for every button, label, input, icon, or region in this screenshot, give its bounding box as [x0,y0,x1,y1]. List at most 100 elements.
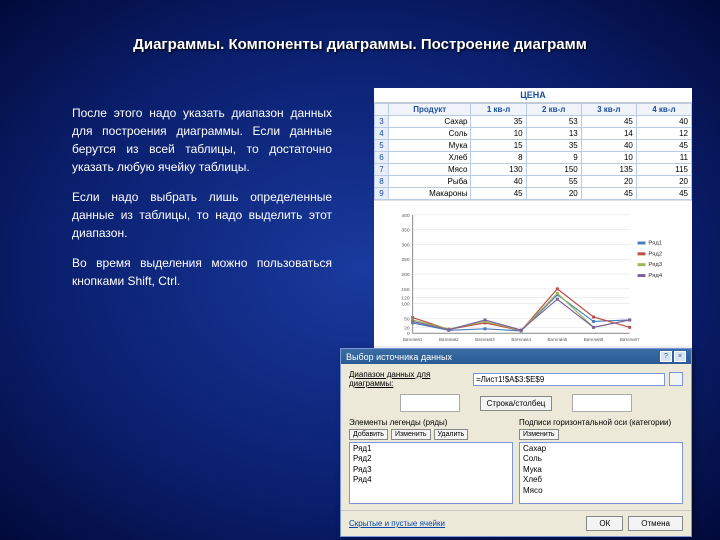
dialog-titlebar[interactable]: Выбор источника данных ? × [341,349,691,364]
cell[interactable]: 115 [636,164,691,176]
cell[interactable]: Рыба [389,176,471,188]
sheet-title: ЦЕНА [374,88,692,103]
remove-series-button[interactable]: Удалить [434,429,469,440]
cell[interactable]: 55 [526,176,581,188]
legend-entries-header: Элементы легенды (ряды) [349,418,513,427]
edit-axis-button[interactable]: Изменить [519,429,559,440]
ok-button[interactable]: ОК [586,516,623,531]
cell[interactable]: 20 [526,188,581,200]
cell[interactable]: Хлеб [389,152,471,164]
swap-row-col-button[interactable]: Строка/столбец [480,396,553,411]
slide-title: Диаграммы. Компоненты диаграммы. Построе… [0,0,720,65]
svg-text:Ряд1: Ряд1 [648,240,662,246]
cell[interactable]: 20 [636,176,691,188]
svg-text:Вателия7: Вателия7 [620,337,640,342]
column-header[interactable]: Продукт [389,104,471,116]
chart-area: 02050100120150200250300350400Вателия1Ват… [374,200,692,355]
table-row[interactable]: 7Мясо130150135115 [375,164,692,176]
close-icon[interactable]: × [674,351,686,362]
cancel-button[interactable]: Отмена [628,516,683,531]
cell[interactable]: 20 [581,176,636,188]
list-item[interactable]: Ряд4 [351,475,511,485]
svg-text:250: 250 [401,257,409,263]
categories-listbox[interactable]: СахарСольМукаХлебМясо [519,442,683,504]
cell[interactable]: 9 [526,152,581,164]
data-table[interactable]: Продукт1 кв-л2 кв-л3 кв-л4 кв-л 3Сахар35… [374,103,692,200]
cell[interactable]: Соль [389,128,471,140]
column-header[interactable]: 3 кв-л [581,104,636,116]
cell[interactable]: 45 [636,140,691,152]
list-item[interactable]: Ряд2 [351,454,511,464]
list-item[interactable]: Соль [521,454,681,464]
cell[interactable]: 40 [581,140,636,152]
range-input[interactable] [473,373,665,386]
cell[interactable]: Сахар [389,116,471,128]
table-row[interactable]: 3Сахар35534540 [375,116,692,128]
column-header[interactable]: 4 кв-л [636,104,691,116]
row-number[interactable]: 6 [375,152,389,164]
help-icon[interactable]: ? [660,351,672,362]
hidden-cells-link[interactable]: Скрытые и пустые ячейки [349,519,445,528]
svg-text:200: 200 [401,272,409,278]
row-number[interactable]: 8 [375,176,389,188]
cell[interactable]: 8 [471,152,526,164]
svg-text:20: 20 [404,325,410,331]
row-number[interactable]: 7 [375,164,389,176]
arrow-right-icon [572,394,632,412]
table-row[interactable]: 5Мука15354045 [375,140,692,152]
cell[interactable]: 53 [526,116,581,128]
row-number[interactable]: 5 [375,140,389,152]
cell[interactable]: 10 [581,152,636,164]
cell[interactable]: 45 [471,188,526,200]
svg-text:100: 100 [401,302,409,308]
cell[interactable]: 12 [636,128,691,140]
cell[interactable]: 40 [471,176,526,188]
svg-text:Ряд3: Ряд3 [648,262,662,268]
svg-text:Вателия6: Вателия6 [584,337,604,342]
cell[interactable]: 45 [581,188,636,200]
cell[interactable]: Макароны [389,188,471,200]
svg-text:Вателия4: Вателия4 [511,337,531,342]
row-number[interactable]: 4 [375,128,389,140]
table-row[interactable]: 9Макароны45204545 [375,188,692,200]
corner-cell[interactable] [375,104,389,116]
arrow-left-icon [400,394,460,412]
cell[interactable]: 130 [471,164,526,176]
row-number[interactable]: 3 [375,116,389,128]
collapse-dialog-icon[interactable] [669,372,683,386]
list-item[interactable]: Сахар [521,444,681,454]
cell[interactable]: 45 [581,116,636,128]
column-header[interactable]: 1 кв-л [471,104,526,116]
range-label: Диапазон данных для диаграммы: [349,370,469,388]
cell[interactable]: 10 [471,128,526,140]
cell[interactable]: 15 [471,140,526,152]
cell[interactable]: 45 [636,188,691,200]
cell[interactable]: 40 [636,116,691,128]
cell[interactable]: 35 [526,140,581,152]
cell[interactable]: Мясо [389,164,471,176]
cell[interactable]: 135 [581,164,636,176]
cell[interactable]: 14 [581,128,636,140]
add-series-button[interactable]: Добавить [349,429,388,440]
table-row[interactable]: 8Рыба40552020 [375,176,692,188]
cell[interactable]: 11 [636,152,691,164]
row-number[interactable]: 9 [375,188,389,200]
table-row[interactable]: 6Хлеб891011 [375,152,692,164]
table-row[interactable]: 4Соль10131412 [375,128,692,140]
select-data-dialog: Выбор источника данных ? × Диапазон данн… [340,348,692,537]
list-item[interactable]: Ряд1 [351,444,511,454]
cell[interactable]: 35 [471,116,526,128]
line-chart: 02050100120150200250300350400Вателия1Ват… [380,205,686,353]
series-listbox[interactable]: Ряд1Ряд2Ряд3Ряд4 [349,442,513,504]
cell[interactable]: 13 [526,128,581,140]
list-item[interactable]: Ряд3 [351,465,511,475]
edit-series-button[interactable]: Изменить [391,429,431,440]
list-item[interactable]: Хлеб [521,475,681,485]
column-header[interactable]: 2 кв-л [526,104,581,116]
svg-text:350: 350 [401,228,409,234]
dialog-title-text: Выбор источника данных [346,352,452,362]
cell[interactable]: Мука [389,140,471,152]
list-item[interactable]: Мука [521,465,681,475]
list-item[interactable]: Мясо [521,486,681,496]
cell[interactable]: 150 [526,164,581,176]
